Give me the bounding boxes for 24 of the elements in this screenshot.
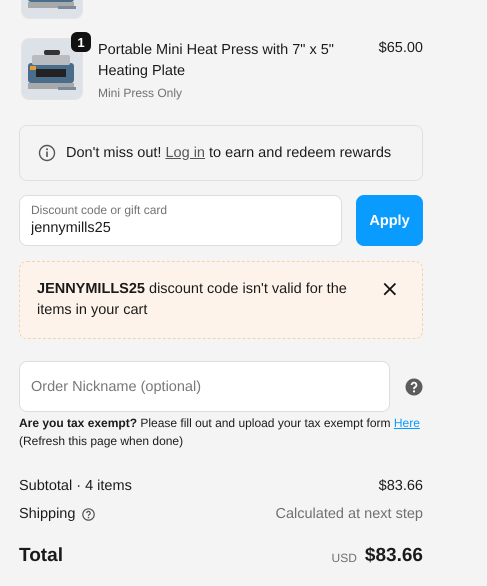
error-message: JENNYMILLS25 discount code isn't valid for the items in your cart	[37, 280, 348, 320]
product-variant: Mini Press Only	[98, 86, 184, 100]
product-price: $65.00	[378, 39, 423, 56]
login-link[interactable]: Log in	[165, 145, 205, 161]
code-input[interactable]: jennymills25	[31, 220, 330, 236]
subtotal-label: Subtotal · 4 items	[19, 478, 132, 494]
quantity-badge: 1	[71, 32, 91, 52]
refresh-note: (Refresh this page when done)	[19, 433, 184, 450]
total-label: Total	[19, 545, 63, 567]
discount-field[interactable]: Discount code or gift card jennymills25	[19, 195, 342, 246]
tax-exempt-message: Are you tax exempt? Please fill out and upload your tax exempt form Here	[19, 415, 421, 432]
close-button[interactable]: ×	[374, 279, 405, 300]
info-icon	[38, 144, 56, 162]
total-amount: $83.66	[364, 545, 423, 567]
product-title: Portable Mini Heat Press with 7" x 5" Heating Plate	[98, 41, 335, 81]
shipping-value: Calculated at next step	[275, 506, 423, 522]
help-icon[interactable]	[82, 508, 96, 520]
nickname-field[interactable]: Order Nickname (optional)	[19, 361, 390, 412]
currency-code: USD	[332, 550, 357, 564]
rewards-message: Don't miss out! Log in to earn and redeem rewards	[66, 145, 392, 161]
field-label: Discount code or gift card	[31, 203, 168, 217]
shipping-label: Shipping	[19, 506, 76, 522]
help-icon[interactable]	[405, 378, 423, 396]
subtotal-amount: $83.66	[378, 478, 423, 494]
